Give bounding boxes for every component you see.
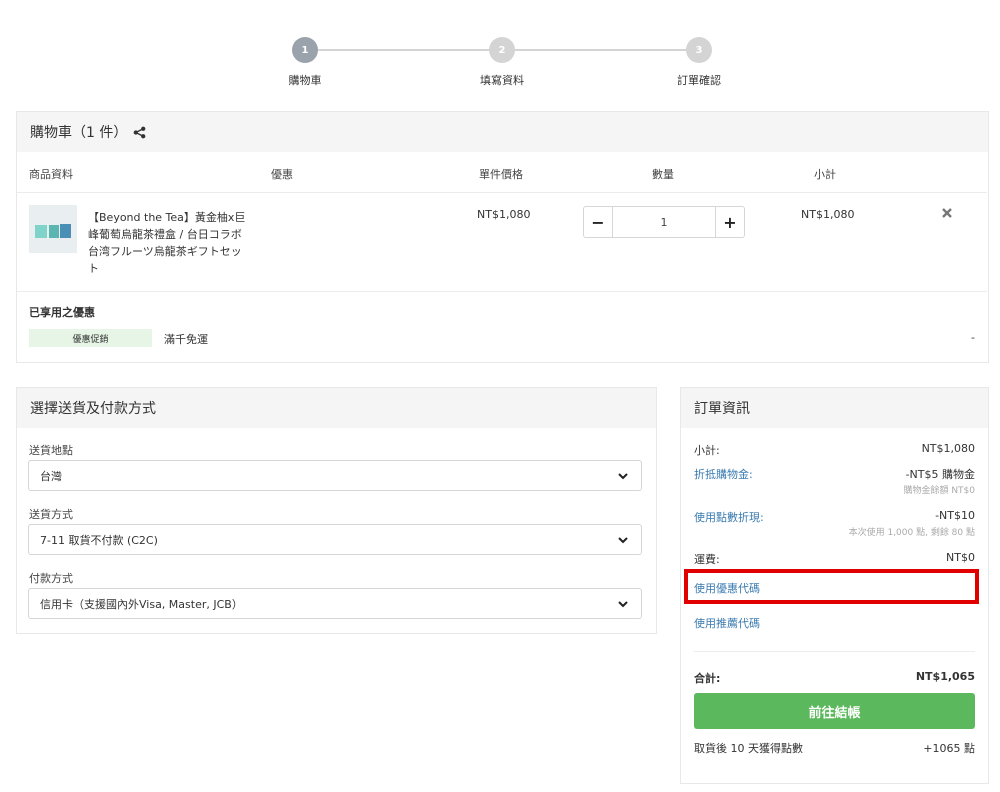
column-discount: 優惠 bbox=[271, 168, 293, 181]
quantity-stepper: − 1 + bbox=[583, 206, 745, 238]
delivery-location-value: 台灣 bbox=[40, 469, 62, 483]
delivery-method-label: 送貨方式 bbox=[29, 508, 73, 521]
step-2-label: 填寫資料 bbox=[480, 74, 524, 87]
delivery-location-select[interactable]: 台灣 bbox=[28, 460, 642, 491]
divider bbox=[694, 651, 975, 652]
total-value: NT$1,065 bbox=[915, 670, 975, 683]
step-connector bbox=[515, 49, 687, 51]
chevron-down-icon bbox=[618, 537, 628, 544]
column-product: 商品資料 bbox=[29, 168, 73, 181]
step-3-label: 訂單確認 bbox=[677, 74, 721, 87]
shipping-fee-value: NT$0 bbox=[946, 551, 975, 564]
promo-badge: 優惠促銷 bbox=[29, 329, 152, 347]
step-1-label: 購物車 bbox=[288, 74, 322, 87]
divider bbox=[17, 291, 987, 292]
delivery-location-label: 送貨地點 bbox=[29, 444, 73, 457]
points-usage-note: 本次使用 1,000 點, 剩餘 80 點 bbox=[848, 528, 975, 538]
close-icon[interactable] bbox=[942, 208, 952, 218]
order-summary-header: 訂單資訊 bbox=[681, 388, 988, 428]
order-summary-title: 訂單資訊 bbox=[694, 401, 750, 417]
decrease-quantity-button[interactable]: − bbox=[584, 207, 612, 237]
store-credit-link[interactable]: 折抵購物金: bbox=[694, 466, 753, 482]
promo-value: - bbox=[971, 331, 975, 344]
divider bbox=[17, 192, 987, 193]
chevron-down-icon bbox=[618, 473, 628, 480]
share-icon[interactable] bbox=[133, 126, 146, 139]
item-subtotal: NT$1,080 bbox=[801, 208, 855, 221]
quantity-input[interactable]: 1 bbox=[612, 207, 716, 237]
step-3-circle: 3 bbox=[686, 37, 712, 63]
store-credit-value: -NT$5 購物金 bbox=[905, 468, 975, 481]
product-name[interactable]: 【Beyond the Tea】黃金柚x巨峰葡萄烏龍茶禮盒 / 台日コラボ台湾フ… bbox=[88, 209, 248, 277]
increase-quantity-button[interactable]: + bbox=[716, 207, 744, 237]
reward-points-label: 取貨後 10 天獲得點數 bbox=[694, 742, 803, 755]
checkout-button[interactable]: 前往結帳 bbox=[694, 693, 975, 729]
shipping-title: 選擇送貨及付款方式 bbox=[30, 401, 156, 417]
shipping-fee-label: 運費: bbox=[694, 553, 720, 566]
referral-code-link[interactable]: 使用推薦代碼 bbox=[694, 615, 760, 631]
payment-method-select[interactable]: 信用卡（支援國內外Visa, Master, JCB） bbox=[28, 588, 642, 619]
subtotal-value: NT$1,080 bbox=[921, 442, 975, 455]
payment-method-value: 信用卡（支援國內外Visa, Master, JCB） bbox=[40, 597, 243, 611]
total-label: 合計: bbox=[694, 672, 721, 685]
chevron-down-icon bbox=[618, 601, 628, 608]
points-redeem-link[interactable]: 使用點數折現: bbox=[694, 509, 764, 525]
subtotal-label: 小計: bbox=[694, 444, 720, 457]
delivery-method-select[interactable]: 7-11 取貨不付款 (C2C) bbox=[28, 524, 642, 555]
store-credit-balance: 購物金餘額 NT$0 bbox=[903, 486, 975, 496]
step-connector bbox=[318, 49, 490, 51]
shipping-header: 選擇送貨及付款方式 bbox=[17, 388, 656, 428]
cart-header: 購物車（1 件） bbox=[17, 112, 988, 152]
step-1-circle: 1 bbox=[292, 37, 318, 63]
payment-method-label: 付款方式 bbox=[29, 572, 73, 585]
applied-promotions-title: 已享用之優惠 bbox=[29, 306, 95, 319]
column-unit-price: 單件價格 bbox=[479, 168, 523, 181]
unit-price: NT$1,080 bbox=[477, 208, 531, 221]
reward-points-value: +1065 點 bbox=[923, 742, 975, 755]
step-2-circle: 2 bbox=[489, 37, 515, 63]
promo-text: 滿千免運 bbox=[164, 333, 208, 346]
column-quantity: 數量 bbox=[652, 168, 674, 181]
coupon-code-link[interactable]: 使用優惠代碼 bbox=[694, 580, 760, 596]
cart-title: 購物車（1 件） bbox=[30, 125, 128, 141]
product-thumbnail[interactable] bbox=[29, 205, 77, 253]
column-subtotal: 小計 bbox=[814, 168, 836, 181]
points-redeem-value: -NT$10 bbox=[935, 509, 975, 522]
delivery-method-value: 7-11 取貨不付款 (C2C) bbox=[40, 533, 158, 547]
